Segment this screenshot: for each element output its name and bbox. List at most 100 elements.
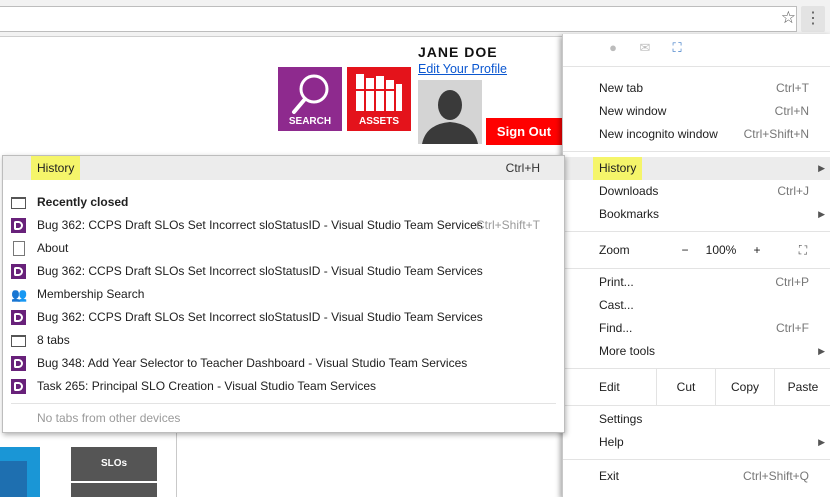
menu-item-label: Zoom: [599, 243, 630, 257]
menu-item-shortcut: Ctrl+F: [776, 321, 809, 335]
menu-item-label: Downloads: [599, 184, 659, 198]
chevron-right-icon: ▶: [818, 437, 825, 447]
menu-separator: [563, 231, 830, 232]
history-header-label: History: [31, 156, 81, 180]
content-divider: [176, 432, 177, 497]
visual-studio-icon: [11, 218, 26, 233]
menu-item-shortcut: Ctrl+Shift+Q: [742, 469, 809, 483]
menu-item-edit: Edit Cut Copy Paste: [563, 369, 830, 405]
menu-item-shortcut: Ctrl+Shift+N: [743, 127, 809, 141]
menu-item-label: Exit: [599, 469, 620, 483]
history-item-label: Task 265: Principal SLO Creation - Visua…: [37, 379, 377, 393]
history-item-label: Bug 362: CCPS Draft SLOs Set Incorrect s…: [37, 264, 483, 278]
blue-tile-inner: [0, 461, 27, 497]
chevron-right-icon: ▶: [818, 163, 825, 173]
screen-capture-icon[interactable]: ⛶: [669, 40, 685, 56]
menu-item-shortcut: Ctrl+T: [776, 81, 809, 95]
menu-item-label: Bookmarks: [599, 207, 660, 221]
slos-tile[interactable]: SLOs: [71, 447, 157, 481]
extension-icon[interactable]: ●: [605, 40, 621, 56]
history-item[interactable]: 👥 Membership Search: [3, 283, 564, 306]
menu-separator: [563, 405, 830, 406]
recently-closed-heading: Recently closed: [3, 191, 564, 214]
menu-item-downloads[interactable]: Downloads Ctrl+J: [563, 180, 830, 203]
menu-item-shortcut: Ctrl+N: [774, 104, 809, 118]
history-item-label: About: [37, 241, 69, 255]
visual-studio-icon: [11, 264, 26, 279]
history-item-label: 8 tabs: [37, 333, 70, 347]
menu-item-label: Cast...: [599, 298, 634, 312]
zoom-out-button[interactable]: −: [675, 237, 695, 264]
menu-item-more-tools[interactable]: More tools ▶: [563, 340, 830, 363]
window-icon: [11, 335, 26, 347]
assets-tile[interactable]: ASSETS: [347, 67, 411, 131]
menu-item-help[interactable]: Help ▶: [563, 431, 830, 454]
menu-item-label: Print...: [599, 275, 634, 289]
menu-item-label: New incognito window: [599, 127, 718, 141]
menu-item-label: History: [593, 157, 643, 180]
search-tile[interactable]: SEARCH: [278, 67, 342, 131]
history-header-shortcut: Ctrl+H: [505, 161, 540, 175]
user-name: JANE DOE: [418, 44, 498, 60]
menu-item-print[interactable]: Print... Ctrl+P: [563, 271, 830, 294]
menu-item-label: Find...: [599, 321, 633, 335]
cut-button[interactable]: Cut: [657, 369, 715, 405]
menu-item-zoom: Zoom − 100% + ⛶: [563, 237, 830, 264]
zoom-level: 100%: [705, 243, 737, 257]
history-item-label: Bug 362: CCPS Draft SLOs Set Incorrect s…: [37, 218, 483, 232]
menu-item-shortcut: Ctrl+J: [777, 184, 809, 198]
menu-item-history[interactable]: History ▶: [563, 157, 830, 180]
sign-out-button[interactable]: Sign Out: [486, 118, 562, 145]
visual-studio-icon: [11, 310, 26, 325]
vertical-dots-icon[interactable]: ⋮: [801, 6, 825, 32]
menu-separator: [563, 459, 830, 460]
assets-tile-label: ASSETS: [358, 116, 399, 127]
history-header[interactable]: History Ctrl+H: [3, 156, 564, 180]
history-item[interactable]: Bug 348: Add Year Selector to Teacher Da…: [3, 352, 564, 375]
mail-icon[interactable]: ✉: [637, 40, 653, 56]
menu-item-cast[interactable]: Cast...: [563, 294, 830, 317]
menu-item-settings[interactable]: Settings: [563, 408, 830, 431]
menu-separator: [563, 66, 830, 67]
chevron-right-icon: ▶: [818, 209, 825, 219]
recently-closed-label: Recently closed: [37, 195, 129, 209]
history-item[interactable]: Bug 362: CCPS Draft SLOs Set Incorrect s…: [3, 306, 564, 329]
menu-item-new-tab[interactable]: New tab Ctrl+T: [563, 77, 830, 100]
star-icon[interactable]: ☆: [781, 8, 796, 28]
copy-button[interactable]: Copy: [716, 369, 774, 405]
menu-separator: [563, 268, 830, 269]
books-icon: [356, 74, 402, 111]
history-item-shortcut: Ctrl+Shift+T: [475, 218, 540, 232]
history-item[interactable]: Bug 362: CCPS Draft SLOs Set Incorrect s…: [3, 260, 564, 283]
paste-button[interactable]: Paste: [775, 369, 830, 405]
history-item[interactable]: 8 tabs: [3, 329, 564, 352]
menu-item-bookmarks[interactable]: Bookmarks ▶: [563, 203, 830, 226]
menu-item-new-incognito[interactable]: New incognito window Ctrl+Shift+N: [563, 123, 830, 146]
window-icon: [11, 197, 26, 209]
history-item[interactable]: Task 265: Principal SLO Creation - Visua…: [3, 375, 564, 398]
address-bar[interactable]: [0, 6, 797, 32]
zoom-in-button[interactable]: +: [747, 237, 767, 264]
magnifier-icon: [292, 74, 329, 114]
visual-studio-icon: [11, 356, 26, 371]
menu-item-exit[interactable]: Exit Ctrl+Shift+Q: [563, 465, 830, 488]
grey-tile[interactable]: [71, 483, 157, 497]
menu-separator: [11, 403, 556, 404]
menu-item-label: New window: [599, 104, 667, 118]
edit-profile-link[interactable]: Edit Your Profile: [418, 62, 507, 76]
person-silhouette-icon: [418, 80, 482, 144]
fullscreen-icon[interactable]: ⛶: [791, 237, 815, 264]
history-item[interactable]: About: [3, 237, 564, 260]
history-item[interactable]: Bug 362: CCPS Draft SLOs Set Incorrect s…: [3, 214, 564, 237]
menu-item-new-window[interactable]: New window Ctrl+N: [563, 100, 830, 123]
visual-studio-icon: [11, 379, 26, 394]
chrome-menu: ● ✉ ⛶ New tab Ctrl+T New window Ctrl+N N…: [562, 34, 830, 497]
page-icon: [13, 241, 25, 256]
history-item-label: Bug 362: CCPS Draft SLOs Set Incorrect s…: [37, 310, 483, 324]
menu-item-find[interactable]: Find... Ctrl+F: [563, 317, 830, 340]
menu-separator: [563, 151, 830, 152]
menu-item-label: More tools: [599, 344, 656, 358]
menu-item-label: Help: [599, 435, 624, 449]
people-icon: 👥: [11, 287, 28, 302]
search-tile-label: SEARCH: [288, 116, 332, 127]
